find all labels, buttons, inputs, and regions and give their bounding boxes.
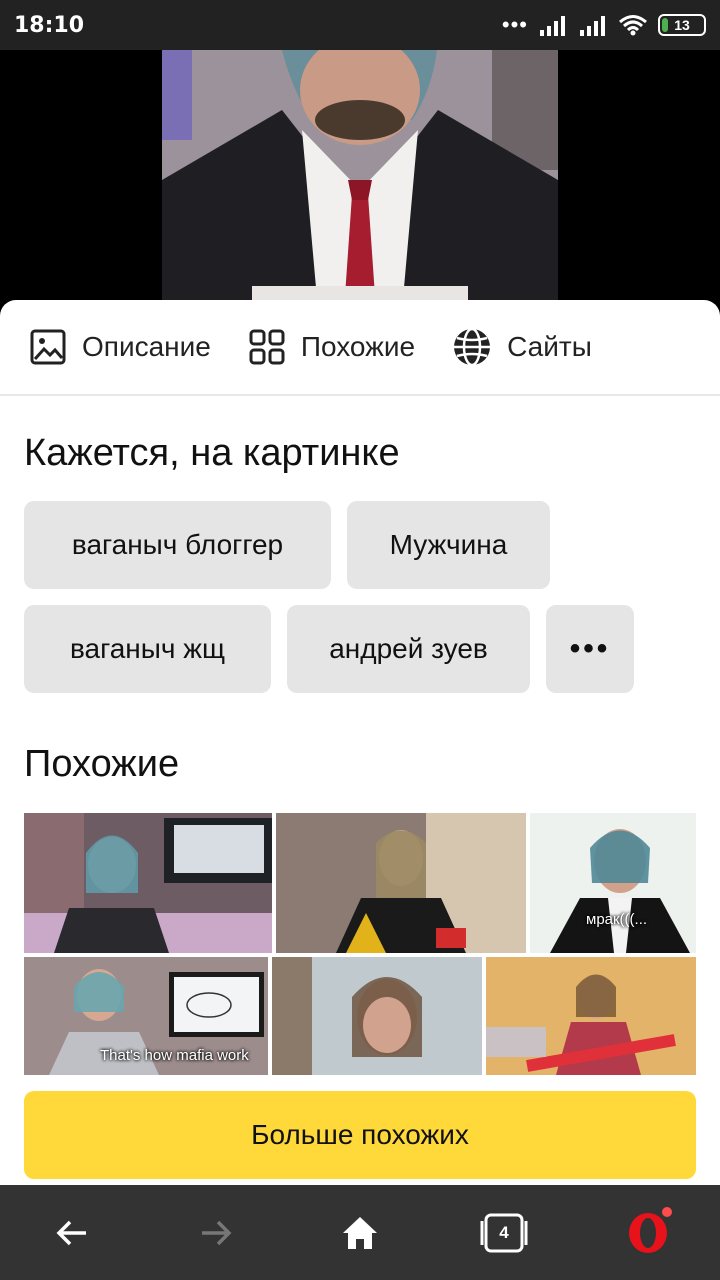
- chip-tag[interactable]: ваганыч жщ: [24, 605, 271, 693]
- similar-thumbnail[interactable]: мрак(((...: [530, 813, 696, 953]
- tabs-count: 4: [499, 1222, 509, 1242]
- chip-row-2: ваганыч жщ андрей зуев •••: [24, 605, 634, 693]
- arrow-left-icon: [56, 1220, 86, 1245]
- tab-description[interactable]: Описание: [28, 327, 211, 367]
- opera-menu-button[interactable]: [612, 1197, 684, 1269]
- similar-thumbnails: мрак(((... That's how mafia work: [24, 813, 696, 1075]
- hero-image-area[interactable]: [0, 50, 720, 310]
- chip-tag[interactable]: ваганыч блоггер: [24, 501, 331, 589]
- chip-row-1: ваганыч блоггер Мужчина: [24, 501, 550, 589]
- battery-level: 13: [674, 17, 690, 33]
- similar-thumbnail[interactable]: [486, 957, 696, 1075]
- similar-thumbnail[interactable]: That's how mafia work: [24, 957, 268, 1075]
- similar-thumbnail[interactable]: [24, 813, 272, 953]
- wifi-icon: [619, 15, 647, 36]
- opera-logo-icon: [629, 1212, 667, 1253]
- chip-tag[interactable]: Мужчина: [347, 501, 550, 589]
- recognized-title: Кажется, на картинке: [24, 432, 400, 474]
- similar-title: Похожие: [24, 743, 180, 785]
- grid-icon: [249, 329, 285, 365]
- tab-description-label: Описание: [82, 331, 211, 362]
- tab-sites-label: Сайты: [507, 331, 592, 362]
- globe-icon: [454, 327, 491, 367]
- image-icon: [30, 329, 66, 365]
- home-button[interactable]: [324, 1197, 396, 1269]
- tab-similar[interactable]: Похожие: [247, 327, 415, 367]
- chip-tag[interactable]: андрей зуев: [287, 605, 530, 693]
- thumbnail-caption: That's how mafia work: [100, 1047, 249, 1064]
- results-sheet: Описание Похожие Сайты Кажется, на карти…: [0, 300, 720, 1185]
- status-time: 18:10: [14, 12, 85, 38]
- hero-photo[interactable]: [162, 50, 558, 310]
- signal-icon-2: [580, 16, 605, 36]
- notification-dots-icon: •••: [501, 12, 528, 37]
- home-icon: [343, 1216, 377, 1249]
- hero-photo-illustration: [162, 50, 558, 310]
- more-similar-button[interactable]: Больше похожих: [24, 1091, 696, 1179]
- forward-button[interactable]: [180, 1197, 252, 1269]
- tabs-bar: Описание Похожие Сайты: [0, 300, 720, 396]
- status-icons: ••• 13: [502, 14, 706, 36]
- thumbnail-caption: мрак(((...: [586, 911, 648, 928]
- back-button[interactable]: [36, 1197, 108, 1269]
- status-bar: 18:10 ••• 13: [0, 0, 720, 50]
- tab-sites[interactable]: Сайты: [451, 326, 592, 368]
- signal-icon: [540, 16, 565, 36]
- tabs-button[interactable]: 4: [468, 1197, 540, 1269]
- similar-thumbnail[interactable]: [276, 813, 526, 953]
- battery-icon: 13: [658, 14, 706, 36]
- browser-bottom-nav: 4: [0, 1185, 720, 1280]
- similar-thumbnail[interactable]: [272, 957, 482, 1075]
- arrow-right-icon: [202, 1220, 232, 1245]
- more-tags-button[interactable]: •••: [546, 605, 634, 693]
- tab-similar-label: Похожие: [300, 331, 416, 362]
- notification-dot: [662, 1206, 672, 1217]
